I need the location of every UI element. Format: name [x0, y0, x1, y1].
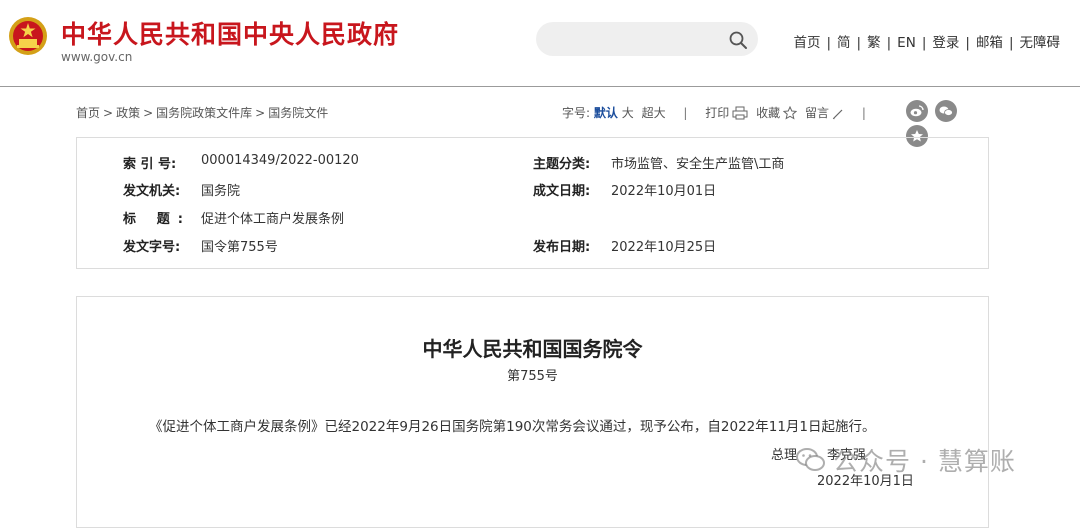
top-nav: 首页 | 简 | 繁 | EN | 登录 | 邮箱 | 无障碍 [793, 31, 1060, 51]
print-label: 打印 [705, 106, 730, 120]
title-value: 促进个体工商户发展条例 [201, 212, 345, 227]
site-header: 中华人民共和国中央人民政府 www.gov.cn 首页 | 简 | 繁 | EN | 登录 | 邮箱… [0, 0, 1080, 87]
star-icon [782, 105, 798, 120]
search-box[interactable] [536, 22, 758, 56]
signatory-title: 总理 [771, 448, 798, 463]
wechat-icon[interactable] [935, 100, 957, 122]
created-date-value: 2022年10月01日 [611, 184, 717, 199]
font-size-label: 字号: [562, 106, 591, 120]
nav-separator: | [826, 35, 832, 51]
breadcrumb-policy[interactable]: 政策 [116, 106, 140, 120]
document-content: 中华人民共和国国务院令 第755号 《促进个体工商户发展条例》已经2022年9月… [76, 296, 989, 528]
printer-icon [732, 106, 748, 120]
nav-mail[interactable]: 邮箱 [976, 35, 1003, 51]
title-label-text: 标 题: [123, 212, 183, 227]
weibo-icon[interactable] [906, 100, 928, 122]
nav-english[interactable]: EN [897, 35, 916, 51]
nav-separator: | [965, 35, 970, 51]
issuer-value: 国务院 [201, 184, 241, 199]
nav-separator: | [1008, 35, 1014, 51]
nav-separator: | [886, 35, 892, 51]
published-date-label: 发布日期: [533, 240, 591, 255]
tools-separator: | [861, 106, 866, 120]
document-title: 中华人民共和国国务院令 [422, 337, 643, 361]
nav-login[interactable]: 登录 [932, 35, 959, 51]
document-number-value: 国令第755号 [201, 240, 278, 255]
font-size-xlarge[interactable]: 超大 [642, 106, 666, 120]
site-title[interactable]: 中华人民共和国中央人民政府 [61, 15, 399, 51]
comment-button[interactable]: 留言 [805, 106, 844, 120]
page-toolbar: 首页 > 政策 > 国务院政策文件库 > 国务院文件 字号: 默认 大 超大 | 打印 收藏… [76, 100, 988, 147]
breadcrumb: 首页 > 政策 > 国务院政策文件库 > 国务院文件 [76, 104, 328, 121]
breadcrumb-home[interactable]: 首页 [76, 106, 100, 120]
created-date-label: 成文日期: [533, 184, 591, 199]
nav-separator: | [921, 35, 927, 51]
title-label: 标 题: [123, 208, 183, 227]
topic-value: 市场监管、安全生产监管\工商 [611, 157, 785, 172]
document-metadata: 索 引 号: 000014349/2022-00120 主题分类: 市场监管、安… [76, 137, 989, 269]
national-emblem-icon[interactable] [8, 16, 48, 56]
breadcrumb-state-council-docs[interactable]: 国务院文件 [268, 106, 328, 120]
watermark-text: 公众号 · 慧算账 [833, 447, 1016, 476]
wechat-watermark-icon [796, 448, 825, 471]
tools-separator: | [683, 106, 688, 120]
nav-separator: | [856, 35, 862, 51]
nav-accessibility[interactable]: 无障碍 [1020, 35, 1061, 51]
font-size-large[interactable]: 大 [622, 106, 634, 120]
document-body: 《促进个体工商户发展条例》已经2022年9月26日国务院第190次常务会议通过，… [149, 419, 876, 435]
nav-home[interactable]: 首页 [793, 35, 820, 51]
pencil-icon [832, 109, 843, 120]
favorite-label: 收藏 [756, 106, 781, 120]
favorite-button[interactable]: 收藏 [756, 105, 798, 120]
print-button[interactable]: 打印 [705, 106, 748, 120]
breadcrumb-separator: > [255, 106, 266, 120]
site-url: www.gov.cn [61, 50, 133, 64]
breadcrumb-separator: > [143, 106, 154, 120]
topic-label: 主题分类: [533, 157, 591, 172]
comment-label: 留言 [804, 106, 829, 120]
font-size-default[interactable]: 默认 [594, 106, 618, 120]
issuer-label: 发文机关: [123, 184, 181, 199]
breadcrumb-separator: > [103, 106, 114, 120]
search-input[interactable] [550, 27, 724, 53]
breadcrumb-policy-library[interactable]: 国务院政策文件库 [156, 106, 252, 120]
page-tools: 字号: 默认 大 超大 | 打印 收藏 留言 | [562, 104, 880, 121]
index-value: 000014349/2022-00120 [201, 153, 359, 168]
search-icon[interactable] [728, 30, 748, 50]
decree-number: 第755号 [507, 369, 558, 384]
index-label: 索 引 号: [123, 157, 177, 172]
nav-traditional[interactable]: 繁 [867, 35, 881, 51]
document-number-label: 发文字号: [123, 240, 181, 255]
published-date-value: 2022年10月25日 [611, 240, 717, 255]
nav-simplified[interactable]: 简 [837, 35, 851, 51]
